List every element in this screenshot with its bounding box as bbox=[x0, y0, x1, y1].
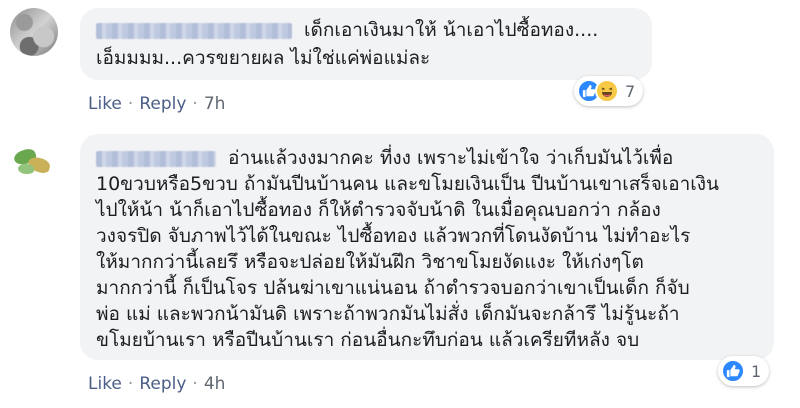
comment-text-line: พ่อ แม่ และพวกน้ามันดิ เพราะถ้าพวกมันไม่… bbox=[96, 303, 680, 325]
like-button[interactable]: Like bbox=[88, 94, 122, 114]
haha-icon bbox=[595, 79, 619, 103]
comment-text-line: เด็กเอาเงินมาให้ น้าเอาไปซื้อทอง.... bbox=[304, 19, 599, 41]
commenter-avatar[interactable] bbox=[8, 140, 56, 188]
comment-text-line: ไปให้น้า น้าก็เอาไปซื้อทอง ก็ให้ตำรวจจับ… bbox=[96, 199, 661, 221]
comment-text-line: ให้มากกว่านี้เลยรึ หรือจะปล่อยให้มันฝึก … bbox=[96, 251, 644, 273]
reaction-summary[interactable]: 1 bbox=[718, 356, 770, 386]
comment-text-line: เอ็มมมม...ควรขยายผล ไม่ใช่แค่พ่อแม่ละ bbox=[96, 47, 431, 69]
like-icon bbox=[721, 359, 745, 383]
comment-text-line: วงจรปิด จับภาพไว้ได้ในขณะ ไปซื้อทอง แล้ว… bbox=[96, 225, 691, 247]
reaction-summary[interactable]: 7 bbox=[574, 76, 644, 106]
separator-dot: · bbox=[127, 94, 134, 114]
comment-bubble: อ่านแล้วงงมากคะ ที่งง เพราะไม่เข้าใจ ว่า… bbox=[80, 134, 774, 360]
comment-text-line: มากกว่านี้ ก็เป็นโจร ปล้นฆ่าเขาแน่นอน ถ้… bbox=[96, 277, 690, 299]
comment-text-line: ขโมยบ้านเรา หรือปีนบ้านเรา ก่อนอื่นกะทึบ… bbox=[96, 329, 640, 351]
reaction-count: 7 bbox=[625, 81, 636, 101]
comment-timestamp[interactable]: 7h bbox=[204, 94, 226, 114]
separator-dot: · bbox=[127, 374, 134, 394]
comment-text-line: อ่านแล้วงงมากคะ ที่งง เพราะไม่เข้าใจ ว่า… bbox=[228, 147, 674, 169]
like-button[interactable]: Like bbox=[88, 374, 122, 394]
commenter-name[interactable] bbox=[96, 150, 216, 167]
separator-dot: · bbox=[192, 374, 198, 394]
reply-button[interactable]: Reply bbox=[139, 94, 186, 114]
comment-actions: Like · Reply · 7h bbox=[88, 94, 225, 114]
comment-bubble: เด็กเอาเงินมาให้ น้าเอาไปซื้อทอง.... เอ็… bbox=[80, 8, 652, 80]
comment-timestamp[interactable]: 4h bbox=[204, 374, 226, 394]
reaction-count: 1 bbox=[751, 361, 762, 381]
comment-text-line: 10ขวบหรือ5ขวบ ถ้ามันปีนบ้านคน และขโมยเงิ… bbox=[96, 173, 720, 195]
commenter-avatar[interactable] bbox=[10, 8, 58, 56]
reply-button[interactable]: Reply bbox=[139, 374, 186, 394]
separator-dot: · bbox=[192, 94, 198, 114]
commenter-name[interactable] bbox=[96, 22, 292, 39]
comment-actions: Like · Reply · 4h bbox=[88, 374, 225, 394]
